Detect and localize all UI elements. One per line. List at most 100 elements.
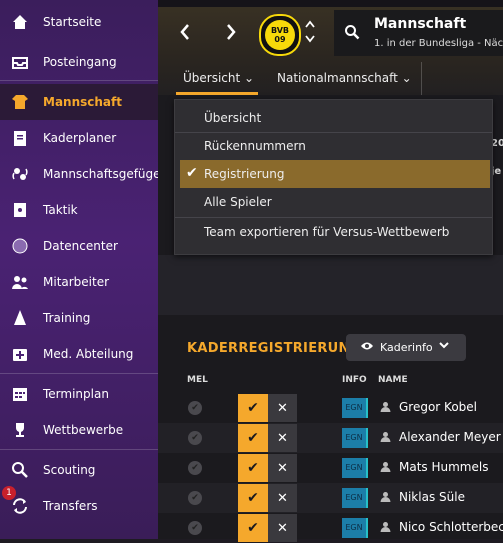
menu-item-alle-spieler[interactable]: Alle Spieler (175, 188, 492, 216)
unregister-x-button[interactable]: ✕ (268, 514, 297, 542)
sidebar-item-datencenter[interactable]: Datencenter (0, 228, 158, 264)
info-badge: EGN (342, 398, 368, 418)
unregister-x-button[interactable]: ✕ (268, 454, 297, 482)
menu-item-label: Rückennummern (204, 139, 306, 153)
unregister-x-button[interactable]: ✕ (268, 424, 297, 452)
player-name[interactable]: Nico Schlotterbeck (399, 520, 503, 534)
team-search-box[interactable]: Mannschaft 1. in der Bundesliga - Näch (334, 10, 503, 56)
register-check-button[interactable]: ✔ (238, 454, 268, 482)
page-subtitle: 1. in der Bundesliga - Näch (374, 38, 503, 49)
person-icon (380, 431, 391, 445)
player-name[interactable]: Alexander Meyer (399, 430, 501, 444)
menu-item-label: Übersicht (204, 111, 262, 125)
sidebar-item-taktik[interactable]: Taktik (0, 192, 158, 228)
sidebar-item-terminplan[interactable]: Terminplan (0, 376, 158, 412)
sidebar-divider (0, 373, 158, 374)
crest-badge: BVB 09 (265, 20, 295, 50)
register-check-button[interactable]: ✔ (238, 394, 268, 422)
person-icon (380, 521, 391, 535)
menu-item-registrierung[interactable]: ✔ Registrierung (180, 160, 490, 188)
sidebar-item-med-abteilung[interactable]: Med. Abteilung (0, 336, 158, 372)
unregister-x-button[interactable]: ✕ (268, 484, 297, 512)
header-bar: BVB 09 Mannschaft 1. in der Bundesliga -… (158, 0, 503, 95)
eye-icon (360, 340, 374, 355)
clipboard-icon (10, 128, 30, 148)
player-name[interactable]: Niklas Süle (399, 490, 465, 504)
notification-badge: 1 (2, 486, 16, 500)
sidebar-item-mannschaft[interactable]: Mannschaft (0, 84, 158, 120)
unregister-x-button[interactable]: ✕ (268, 394, 297, 422)
content-panel (158, 255, 503, 315)
forward-arrow-icon[interactable] (224, 22, 242, 42)
sidebar-divider (0, 80, 158, 81)
training-icon (10, 308, 30, 328)
crest-text: BVB (270, 26, 290, 35)
dynamics-icon (10, 164, 30, 184)
tab-divider (421, 62, 422, 95)
sidebar-item-label: Mitarbeiter (43, 275, 110, 289)
kaderinfo-button[interactable]: Kaderinfo (346, 334, 466, 361)
sidebar-item-label: Training (43, 311, 91, 325)
club-crest[interactable]: BVB 09 (259, 14, 301, 56)
trophy-icon (10, 420, 30, 440)
table-row[interactable]: ✔ ✔ ✕ EGN Alexander Meyer (158, 423, 503, 453)
sidebar-item-label: Startseite (43, 15, 102, 29)
menu-item-rueckennummern[interactable]: Rückennummern (175, 132, 492, 160)
player-name[interactable]: Gregor Kobel (399, 400, 477, 414)
table-row[interactable]: ✔ ✔ ✕ EGN Mats Hummels (158, 453, 503, 483)
register-check-button[interactable]: ✔ (238, 514, 268, 542)
registered-check-icon: ✔ (188, 431, 202, 445)
sidebar-item-kaderplaner[interactable]: Kaderplaner (0, 120, 158, 156)
person-icon (380, 461, 391, 475)
checkmark-icon: ✔ (186, 165, 198, 181)
sidebar-item-training[interactable]: Training (0, 300, 158, 336)
column-header-info[interactable]: INFO (342, 375, 367, 385)
home-icon (10, 12, 30, 32)
sidebar-item-mannschaftsgefuege[interactable]: Mannschaftsgefüge (0, 156, 161, 192)
calendar-icon (10, 384, 30, 404)
sidebar-item-posteingang[interactable]: Posteingang (0, 44, 158, 80)
info-badge: EGN (342, 458, 368, 478)
tab-bar: Übersicht ⌄ Nationalmannschaft ⌄ (158, 62, 503, 95)
tab-uebersicht[interactable]: Übersicht ⌄ (183, 71, 254, 85)
view-dropdown-menu: Übersicht Rückennummern ✔ Registrierung … (174, 99, 493, 255)
player-name[interactable]: Mats Hummels (399, 460, 488, 474)
team-switch-arrows[interactable] (305, 19, 315, 49)
chevron-down-icon (438, 339, 450, 354)
sidebar-item-startseite[interactable]: Startseite (0, 4, 158, 40)
menu-item-label: Alle Spieler (204, 195, 272, 209)
sidebar-item-label: Kaderplaner (43, 131, 117, 145)
sidebar-item-label: Transfers (43, 499, 98, 513)
kaderinfo-label: Kaderinfo (380, 341, 433, 354)
sidebar-item-transfers[interactable]: Transfers (0, 488, 158, 524)
tactics-icon (10, 200, 30, 220)
sidebar-item-label: Datencenter (43, 239, 118, 253)
column-header-mel[interactable]: MEL (187, 375, 208, 385)
info-badge: EGN (342, 428, 368, 448)
sidebar-item-wettbewerbe[interactable]: Wettbewerbe (0, 412, 158, 448)
shirt-icon (10, 92, 30, 112)
table-row[interactable]: ✔ ✔ ✕ EGN Gregor Kobel (158, 393, 503, 423)
menu-item-label: Registrierung (204, 167, 285, 181)
sidebar-item-mitarbeiter[interactable]: Mitarbeiter (0, 264, 158, 300)
sidebar: Startseite Posteingang Mannschaft Kaderp… (0, 0, 161, 539)
staff-icon (10, 272, 30, 292)
person-icon (380, 491, 391, 505)
medical-icon (10, 344, 30, 364)
sidebar-item-scouting[interactable]: Scouting (0, 452, 158, 488)
crest-year: 09 (274, 35, 286, 44)
transfers-icon (10, 496, 30, 516)
sidebar-item-label: Med. Abteilung (43, 347, 134, 361)
registered-check-icon: ✔ (188, 401, 202, 415)
sidebar-divider (0, 449, 158, 450)
register-check-button[interactable]: ✔ (238, 484, 268, 512)
tab-nationalmannschaft[interactable]: Nationalmannschaft ⌄ (277, 71, 412, 85)
back-arrow-icon[interactable] (178, 22, 196, 42)
table-row[interactable]: ✔ ✔ ✕ EGN Niklas Süle (158, 483, 503, 513)
menu-item-uebersicht[interactable]: Übersicht (175, 104, 492, 132)
register-check-button[interactable]: ✔ (238, 424, 268, 452)
person-icon (380, 401, 391, 415)
menu-item-team-exportieren[interactable]: Team exportieren für Versus-Wettbewerb (175, 218, 492, 246)
registered-check-icon: ✔ (188, 521, 202, 535)
column-header-name[interactable]: NAME (378, 375, 408, 385)
